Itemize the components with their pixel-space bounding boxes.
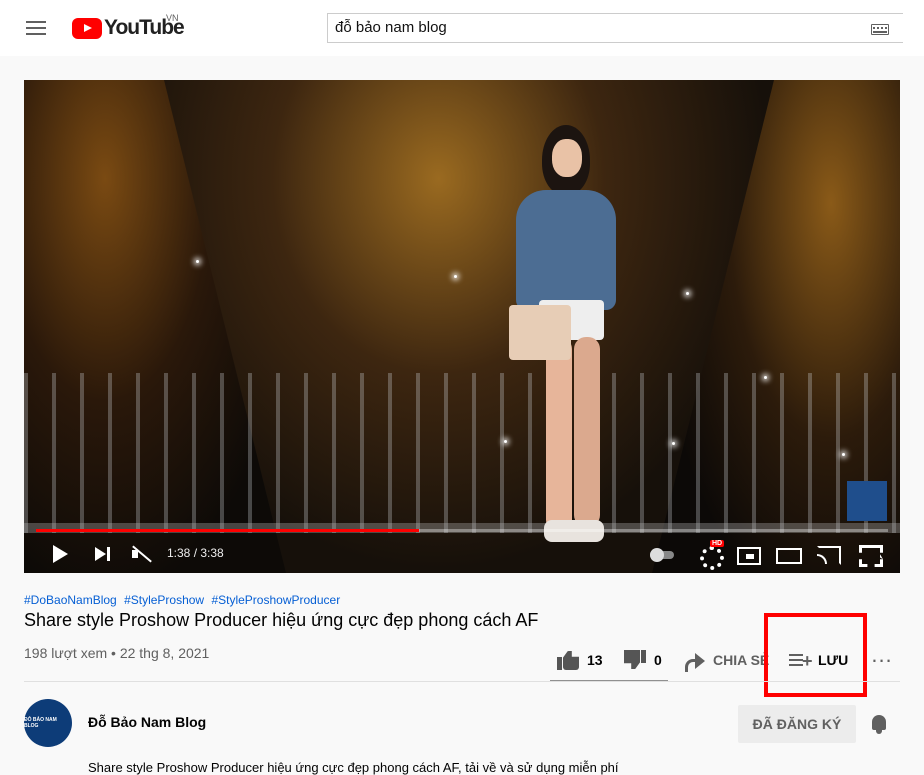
hashtag-link[interactable]: #DoBaoNamBlog bbox=[24, 593, 117, 607]
miniplayer-icon[interactable] bbox=[736, 544, 761, 565]
channel-name[interactable]: Đỗ Bảo Nam Blog bbox=[88, 714, 206, 730]
next-icon[interactable] bbox=[92, 544, 114, 564]
fullscreen-icon[interactable] bbox=[858, 544, 880, 564]
like-count: 13 bbox=[587, 652, 603, 668]
hd-badge: HD bbox=[710, 540, 725, 547]
progress-bar[interactable] bbox=[36, 529, 888, 532]
like-button[interactable]: 13 bbox=[557, 646, 603, 674]
thumbs-down-icon bbox=[624, 649, 648, 671]
save-highlight-box bbox=[764, 613, 867, 697]
share-arrow-icon bbox=[683, 649, 707, 672]
subscribed-button[interactable]: ĐÃ ĐĂNG KÝ bbox=[738, 705, 856, 743]
video-title: Share style Proshow Producer hiệu ứng cự… bbox=[24, 610, 539, 630]
menu-icon[interactable] bbox=[22, 16, 50, 40]
region-label: VN bbox=[166, 13, 179, 23]
time-display: 1:38 / 3:38 bbox=[167, 546, 224, 560]
more-options-icon[interactable]: ... bbox=[870, 644, 894, 672]
notification-bell-icon[interactable] bbox=[869, 713, 889, 735]
channel-watermark[interactable] bbox=[847, 481, 887, 521]
view-count-date: 198 lượt xem • 22 thg 8, 2021 bbox=[24, 645, 210, 661]
dislike-button[interactable]: 0 bbox=[624, 646, 662, 674]
thumbs-up-icon bbox=[557, 649, 581, 671]
search-input[interactable]: đỗ bảo nam blog bbox=[327, 13, 903, 43]
channel-avatar[interactable]: ĐỖ BẢO NAM BLOG bbox=[24, 699, 72, 747]
keyboard-icon[interactable] bbox=[871, 24, 889, 35]
youtube-play-icon bbox=[72, 17, 102, 39]
hashtag-list: #DoBaoNamBlog #StyleProshow #StyleProsho… bbox=[24, 593, 344, 607]
video-subject bbox=[494, 125, 634, 545]
share-label: CHIA SẺ bbox=[713, 652, 770, 668]
share-button[interactable]: CHIA SẺ bbox=[683, 646, 769, 674]
cast-icon[interactable] bbox=[816, 544, 841, 565]
divider bbox=[24, 681, 900, 682]
settings-gear-icon[interactable] bbox=[698, 544, 724, 570]
top-bar: YouTube VN đỗ bảo nam blog bbox=[0, 0, 924, 56]
mute-icon[interactable] bbox=[130, 544, 152, 564]
bridge-railing bbox=[24, 373, 900, 533]
progress-fill bbox=[36, 529, 420, 532]
theater-mode-icon[interactable] bbox=[776, 544, 802, 564]
search-value: đỗ bảo nam blog bbox=[335, 19, 447, 36]
dislike-count: 0 bbox=[654, 652, 662, 668]
autoplay-toggle-icon[interactable] bbox=[648, 544, 676, 564]
player-controls: 1:38 / 3:38 HD bbox=[24, 535, 900, 573]
hashtag-link[interactable]: #StyleProshowProducer bbox=[211, 593, 340, 607]
play-icon[interactable] bbox=[50, 544, 72, 564]
hashtag-link[interactable]: #StyleProshow bbox=[124, 593, 204, 607]
video-player[interactable]: 1:38 / 3:38 HD bbox=[24, 80, 900, 573]
avatar-text: ĐỖ BẢO NAM BLOG bbox=[24, 717, 57, 729]
